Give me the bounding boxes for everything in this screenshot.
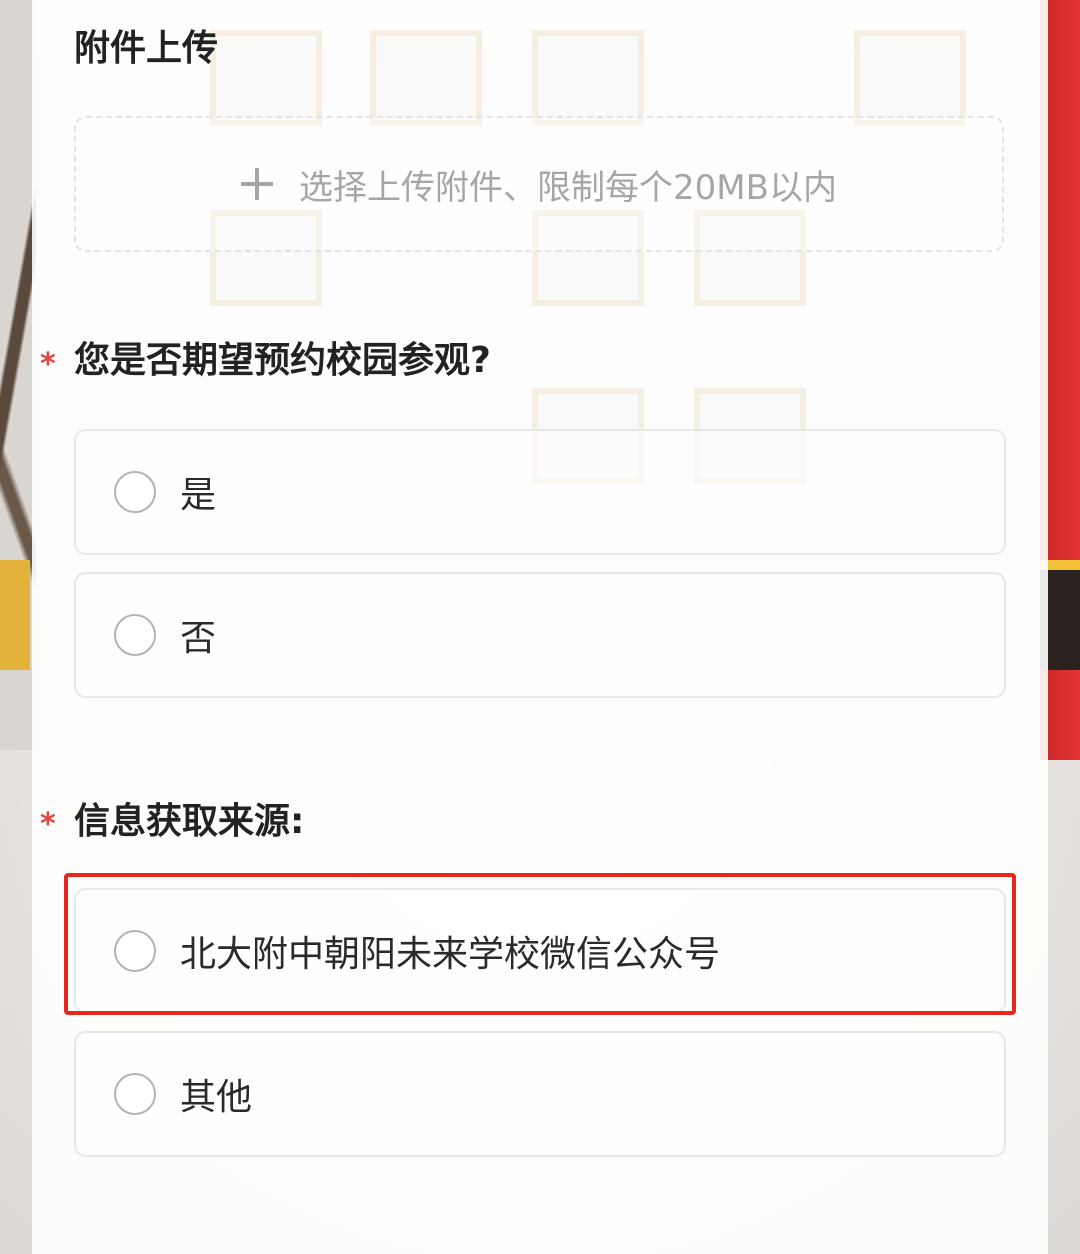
background-tree (0, 0, 36, 750)
visit-option-yes[interactable]: 是 (74, 429, 1006, 555)
option-label: 是 (180, 475, 217, 516)
background-window (370, 30, 482, 126)
source-question-title: 信息获取来源: (74, 801, 305, 842)
source-option-wechat[interactable]: 北大附中朝阳未来学校微信公众号 (74, 888, 1006, 1014)
background-window (854, 30, 966, 126)
radio-button[interactable] (114, 471, 156, 513)
source-option-other[interactable]: 其他 (74, 1031, 1006, 1157)
background-window (210, 30, 322, 126)
visit-option-no[interactable]: 否 (74, 572, 1006, 698)
visit-question-title: 您是否期望预约校园参观? (74, 340, 491, 381)
option-label: 北大附中朝阳未来学校微信公众号 (180, 934, 721, 975)
option-label: 其他 (180, 1077, 253, 1118)
required-asterisk: * (40, 347, 56, 382)
option-label: 否 (180, 618, 217, 659)
upload-section-title: 附件上传 (74, 28, 219, 69)
upload-attachment-button[interactable]: 选择上传附件、限制每个20MB以内 (74, 116, 1004, 252)
required-asterisk: * (40, 807, 56, 842)
radio-button[interactable] (114, 614, 156, 656)
background-window (532, 30, 644, 126)
upload-hint-text: 选择上传附件、限制每个20MB以内 (299, 167, 837, 208)
plus-icon (241, 168, 274, 200)
radio-button[interactable] (114, 1073, 156, 1115)
radio-button[interactable] (114, 930, 156, 972)
